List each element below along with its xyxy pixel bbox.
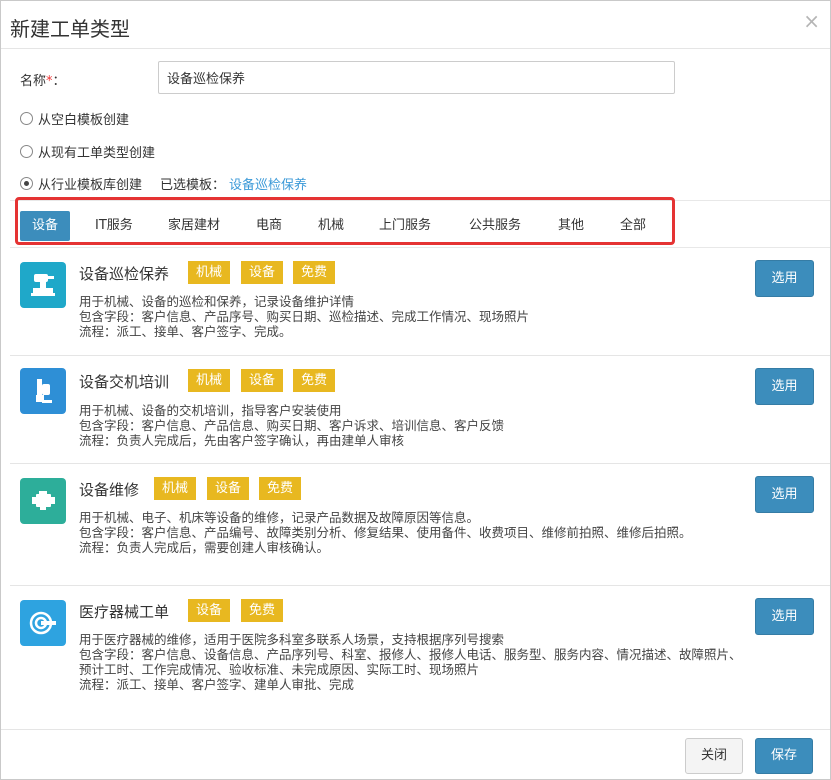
selected-template-link[interactable]: 设备巡检保养 [229, 174, 307, 193]
name-label-colon: ： [52, 74, 66, 89]
option-industry-library-label: 从行业模板库创建 [38, 177, 143, 193]
template-fields: 包含字段：客户信息、设备信息、产品序列号、科室、报修人、报修人电话、服务型、服务… [79, 647, 742, 677]
template-fields: 包含字段：客户信息、产品编号、故障类别分析、修复结果、使用备件、收费项目、维修前… [79, 525, 692, 540]
tab-home-building[interactable]: 家居建材 [156, 211, 232, 241]
use-template-button[interactable]: 选用 [755, 260, 814, 297]
new-ticket-type-dialog: 新建工单类型 × 名称*： 从空白模板创建 从现有工单类型创建 从行业模板库创建… [0, 0, 831, 780]
tag-badge: 免费 [293, 261, 336, 284]
template-title: 设备巡检保养 [79, 265, 170, 283]
radio-blank-template[interactable] [20, 111, 33, 125]
tag-badge: 机械 [154, 477, 197, 500]
template-title: 设备交机培训 [79, 373, 170, 391]
option-blank-template-label: 从空白模板创建 [38, 112, 130, 128]
tag-badge: 设备 [188, 599, 231, 622]
close-icon[interactable]: × [803, 11, 820, 31]
tab-other[interactable]: 其他 [546, 211, 596, 241]
use-template-button[interactable]: 选用 [755, 476, 814, 513]
template-flow: 流程：派工、接单、客户签字、完成。 [79, 324, 292, 339]
tab-machinery[interactable]: 机械 [306, 211, 356, 241]
template-summary: 用于机械、设备的巡检和保养，记录设备维护详情 [79, 294, 355, 309]
template-summary: 用于机械、电子、机床等设备的维修，记录产品数据及故障原因等信息。 [79, 510, 480, 525]
template-description: 用于医疗器械的维修，适用于医院多科室多联系人场景，支持根据序列号搜索 包含字段：… [79, 632, 749, 692]
tab-device[interactable]: 设备 [20, 211, 71, 241]
name-label: 名称*： [20, 70, 66, 89]
template-fields: 包含字段：客户信息、产品信息、购买日期、客户诉求、培训信息、客户反馈 [79, 418, 505, 433]
tab-onsite-service[interactable]: 上门服务 [367, 211, 443, 241]
selected-template-label: 已选模板： [160, 177, 226, 193]
name-row: 名称*： [1, 61, 830, 95]
tag-badge: 免费 [259, 477, 302, 500]
template-summary: 用于医疗器械的维修，适用于医院多科室多联系人场景，支持根据序列号搜索 [79, 632, 505, 647]
tab-all[interactable]: 全部 [608, 211, 658, 241]
name-input[interactable] [158, 61, 675, 94]
tag-badge: 机械 [188, 369, 231, 392]
tab-it-service[interactable]: IT服务 [83, 211, 145, 241]
engine-icon [20, 478, 66, 524]
radio-existing-type[interactable] [20, 144, 33, 158]
use-template-button[interactable]: 选用 [755, 368, 814, 405]
template-summary: 用于机械、设备的交机培训，指导客户安装使用 [79, 403, 342, 418]
tab-ecommerce[interactable]: 电商 [244, 211, 294, 241]
dialog-footer: 关闭 保存 [1, 729, 830, 780]
template-card: 医疗器械工单 设备 免费 用于医疗器械的维修，适用于医院多科室多联系人场景，支持… [10, 586, 830, 726]
dialog-header: 新建工单类型 × [1, 1, 830, 49]
option-existing-type[interactable]: 从现有工单类型创建 [20, 141, 155, 161]
template-description: 用于机械、设备的交机培训，指导客户安装使用 包含字段：客户信息、产品信息、购买日… [79, 403, 749, 448]
option-industry-library[interactable]: 从行业模板库创建 已选模板： 设备巡检保养 [20, 173, 307, 193]
tag-badge: 机械 [188, 261, 231, 284]
name-label-text: 名称 [20, 74, 47, 89]
template-title: 医疗器械工单 [79, 603, 170, 621]
template-fields: 包含字段：客户信息、产品序号、购买日期、巡检描述、完成工作情况、现场照片 [79, 309, 530, 324]
template-title: 设备维修 [79, 481, 140, 499]
template-flow: 流程：负责人完成后，需要创建人审核确认。 [79, 540, 330, 555]
tag-badge: 免费 [293, 369, 336, 392]
sander-icon [20, 262, 66, 308]
medical-scanner-icon [20, 600, 66, 646]
template-description: 用于机械、电子、机床等设备的维修，记录产品数据及故障原因等信息。 包含字段：客户… [79, 510, 749, 555]
template-card: 设备维修 机械 设备 免费 用于机械、电子、机床等设备的维修，记录产品数据及故障… [10, 464, 830, 586]
drill-icon [20, 368, 66, 414]
dialog-title: 新建工单类型 [10, 17, 130, 41]
option-blank-template[interactable]: 从空白模板创建 [20, 108, 129, 128]
tab-public-service[interactable]: 公共服务 [457, 211, 533, 241]
template-card: 设备交机培训 机械 设备 免费 用于机械、设备的交机培训，指导客户安装使用 包含… [10, 356, 830, 464]
option-existing-type-label: 从现有工单类型创建 [38, 145, 156, 161]
tag-badge: 设备 [241, 261, 284, 284]
tag-badge: 免费 [241, 599, 284, 622]
close-button[interactable]: 关闭 [685, 738, 743, 774]
template-card: 设备巡检保养 机械 设备 免费 用于机械、设备的巡检和保养，记录设备维护详情 包… [10, 248, 830, 356]
use-template-button[interactable]: 选用 [755, 598, 814, 635]
template-description: 用于机械、设备的巡检和保养，记录设备维护详情 包含字段：客户信息、产品序号、购买… [79, 294, 749, 339]
template-flow: 流程：派工、接单、客户签字、建单人审批、完成 [79, 677, 355, 692]
radio-industry-library[interactable] [20, 176, 33, 190]
tag-badge: 设备 [207, 477, 250, 500]
save-button[interactable]: 保存 [755, 738, 813, 774]
template-flow: 流程：负责人完成后，先由客户签字确认，再由建单人审核 [79, 433, 405, 448]
tag-badge: 设备 [241, 369, 284, 392]
